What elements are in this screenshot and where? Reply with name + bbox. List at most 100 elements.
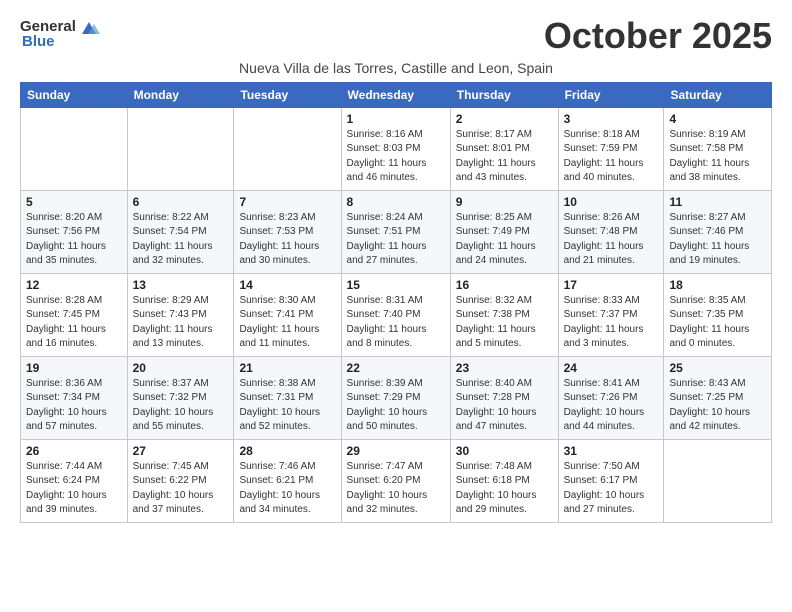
calendar-cell-4-5: 31 Sunrise: 7:50 AM Sunset: 6:17 PM Dayli…: [558, 439, 664, 522]
day-info: Sunrise: 8:27 AM Sunset: 7:46 PM Dayligh…: [669, 211, 766, 269]
title-block: October 2025: [544, 16, 772, 56]
calendar-cell-0-5: 3 Sunrise: 8:18 AM Sunset: 7:59 PM Daylig…: [558, 107, 664, 190]
day-info: Sunrise: 8:40 AM Sunset: 7:28 PM Dayligh…: [456, 377, 553, 435]
day-info: Sunrise: 8:25 AM Sunset: 7:49 PM Dayligh…: [456, 211, 553, 269]
col-tuesday: Tuesday: [234, 82, 341, 107]
calendar-cell-0-6: 4 Sunrise: 8:19 AM Sunset: 7:58 PM Daylig…: [664, 107, 772, 190]
day-number: 28: [239, 444, 335, 458]
day-number: 13: [133, 278, 229, 292]
day-number: 19: [26, 361, 122, 375]
day-number: 31: [564, 444, 659, 458]
day-number: 21: [239, 361, 335, 375]
calendar-cell-3-5: 24Sunrise: 8:41 AM Sunset: 7:26 PM Dayli…: [558, 356, 664, 439]
day-info: Sunrise: 8:23 AM Sunset: 7:53 PM Dayligh…: [239, 211, 335, 269]
day-number: 11: [669, 195, 766, 209]
day-number: 18: [669, 278, 766, 292]
calendar-cell-4-2: 28 Sunrise: 7:46 AM Sunset: 6:21 PM Dayli…: [234, 439, 341, 522]
day-info: Sunrise: 8:26 AM Sunset: 7:48 PM Dayligh…: [564, 211, 659, 269]
calendar-cell-1-5: 10 Sunrise: 8:26 AM Sunset: 7:48 PM Dayli…: [558, 190, 664, 273]
day-info: Sunrise: 7:48 AM Sunset: 6:18 PM Dayligh…: [456, 460, 553, 518]
logo-blue-text: Blue: [22, 34, 55, 51]
day-number: 26: [26, 444, 122, 458]
day-number: 30: [456, 444, 553, 458]
calendar-cell-0-2: [234, 107, 341, 190]
day-info: Sunrise: 8:41 AM Sunset: 7:26 PM Dayligh…: [564, 377, 659, 435]
day-number: 14: [239, 278, 335, 292]
day-info: Sunrise: 8:32 AM Sunset: 7:38 PM Dayligh…: [456, 294, 553, 352]
col-sunday: Sunday: [21, 82, 128, 107]
calendar-body: 1 Sunrise: 8:16 AM Sunset: 8:03 PM Daylig…: [21, 107, 772, 522]
week-row-0: 1 Sunrise: 8:16 AM Sunset: 8:03 PM Daylig…: [21, 107, 772, 190]
col-saturday: Saturday: [664, 82, 772, 107]
calendar-cell-4-6: [664, 439, 772, 522]
day-info: Sunrise: 8:37 AM Sunset: 7:32 PM Dayligh…: [133, 377, 229, 435]
calendar-cell-2-4: 16 Sunrise: 8:32 AM Sunset: 7:38 PM Dayli…: [450, 273, 558, 356]
day-number: 23: [456, 361, 553, 375]
day-info: Sunrise: 8:24 AM Sunset: 7:51 PM Dayligh…: [347, 211, 445, 269]
calendar-cell-1-1: 6 Sunrise: 8:22 AM Sunset: 7:54 PM Daylig…: [127, 190, 234, 273]
day-number: 17: [564, 278, 659, 292]
calendar-cell-3-0: 19 Sunrise: 8:36 AM Sunset: 7:34 PM Dayli…: [21, 356, 128, 439]
calendar-cell-0-4: 2 Sunrise: 8:17 AM Sunset: 8:01 PM Daylig…: [450, 107, 558, 190]
day-info: Sunrise: 7:47 AM Sunset: 6:20 PM Dayligh…: [347, 460, 445, 518]
calendar-cell-4-1: 27Sunrise: 7:45 AM Sunset: 6:22 PM Dayli…: [127, 439, 234, 522]
day-number: 5: [26, 195, 122, 209]
calendar-cell-3-2: 21 Sunrise: 8:38 AM Sunset: 7:31 PM Dayli…: [234, 356, 341, 439]
day-info: Sunrise: 7:50 AM Sunset: 6:17 PM Dayligh…: [564, 460, 659, 518]
day-info: Sunrise: 7:45 AM Sunset: 6:22 PM Dayligh…: [133, 460, 229, 518]
day-number: 3: [564, 112, 659, 126]
col-thursday: Thursday: [450, 82, 558, 107]
day-info: Sunrise: 8:19 AM Sunset: 7:58 PM Dayligh…: [669, 128, 766, 186]
day-info: Sunrise: 8:36 AM Sunset: 7:34 PM Dayligh…: [26, 377, 122, 435]
day-info: Sunrise: 7:46 AM Sunset: 6:21 PM Dayligh…: [239, 460, 335, 518]
col-monday: Monday: [127, 82, 234, 107]
calendar-cell-3-3: 22 Sunrise: 8:39 AM Sunset: 7:29 PM Dayli…: [341, 356, 450, 439]
day-number: 29: [347, 444, 445, 458]
col-wednesday: Wednesday: [341, 82, 450, 107]
day-number: 9: [456, 195, 553, 209]
calendar-cell-2-0: 12Sunrise: 8:28 AM Sunset: 7:45 PM Dayli…: [21, 273, 128, 356]
day-info: Sunrise: 8:29 AM Sunset: 7:43 PM Dayligh…: [133, 294, 229, 352]
day-number: 2: [456, 112, 553, 126]
calendar-cell-1-0: 5 Sunrise: 8:20 AM Sunset: 7:56 PM Daylig…: [21, 190, 128, 273]
day-number: 20: [133, 361, 229, 375]
calendar-cell-1-6: 11 Sunrise: 8:27 AM Sunset: 7:46 PM Dayli…: [664, 190, 772, 273]
day-info: Sunrise: 8:39 AM Sunset: 7:29 PM Dayligh…: [347, 377, 445, 435]
subtitle: Nueva Villa de las Torres, Castille and …: [20, 60, 772, 76]
weekday-header-row: Sunday Monday Tuesday Wednesday Thursday…: [21, 82, 772, 107]
logo: General Blue: [20, 16, 100, 51]
day-number: 12: [26, 278, 122, 292]
day-number: 1: [347, 112, 445, 126]
day-info: Sunrise: 8:33 AM Sunset: 7:37 PM Dayligh…: [564, 294, 659, 352]
calendar-cell-3-1: 20 Sunrise: 8:37 AM Sunset: 7:32 PM Dayli…: [127, 356, 234, 439]
calendar-cell-4-0: 26 Sunrise: 7:44 AM Sunset: 6:24 PM Dayli…: [21, 439, 128, 522]
day-number: 10: [564, 195, 659, 209]
day-number: 22: [347, 361, 445, 375]
day-info: Sunrise: 8:20 AM Sunset: 7:56 PM Dayligh…: [26, 211, 122, 269]
col-friday: Friday: [558, 82, 664, 107]
day-info: Sunrise: 7:44 AM Sunset: 6:24 PM Dayligh…: [26, 460, 122, 518]
day-info: Sunrise: 8:17 AM Sunset: 8:01 PM Dayligh…: [456, 128, 553, 186]
day-info: Sunrise: 8:38 AM Sunset: 7:31 PM Dayligh…: [239, 377, 335, 435]
calendar-cell-0-3: 1 Sunrise: 8:16 AM Sunset: 8:03 PM Daylig…: [341, 107, 450, 190]
calendar-cell-2-6: 18Sunrise: 8:35 AM Sunset: 7:35 PM Dayli…: [664, 273, 772, 356]
day-number: 4: [669, 112, 766, 126]
day-info: Sunrise: 8:18 AM Sunset: 7:59 PM Dayligh…: [564, 128, 659, 186]
header: General Blue October 2025: [20, 16, 772, 56]
week-row-4: 26 Sunrise: 7:44 AM Sunset: 6:24 PM Dayli…: [21, 439, 772, 522]
calendar-cell-1-2: 7Sunrise: 8:23 AM Sunset: 7:53 PM Daylig…: [234, 190, 341, 273]
calendar-cell-2-1: 13 Sunrise: 8:29 AM Sunset: 7:43 PM Dayli…: [127, 273, 234, 356]
calendar-cell-0-0: [21, 107, 128, 190]
calendar-cell-4-4: 30 Sunrise: 7:48 AM Sunset: 6:18 PM Dayli…: [450, 439, 558, 522]
day-number: 16: [456, 278, 553, 292]
page: General Blue October 2025 Nueva Villa de…: [0, 0, 792, 533]
day-number: 15: [347, 278, 445, 292]
day-number: 6: [133, 195, 229, 209]
calendar-cell-4-3: 29 Sunrise: 7:47 AM Sunset: 6:20 PM Dayli…: [341, 439, 450, 522]
day-info: Sunrise: 8:16 AM Sunset: 8:03 PM Dayligh…: [347, 128, 445, 186]
day-info: Sunrise: 8:22 AM Sunset: 7:54 PM Dayligh…: [133, 211, 229, 269]
calendar-cell-2-3: 15Sunrise: 8:31 AM Sunset: 7:40 PM Dayli…: [341, 273, 450, 356]
calendar-cell-3-6: 25Sunrise: 8:43 AM Sunset: 7:25 PM Dayli…: [664, 356, 772, 439]
week-row-2: 12Sunrise: 8:28 AM Sunset: 7:45 PM Dayli…: [21, 273, 772, 356]
day-number: 8: [347, 195, 445, 209]
